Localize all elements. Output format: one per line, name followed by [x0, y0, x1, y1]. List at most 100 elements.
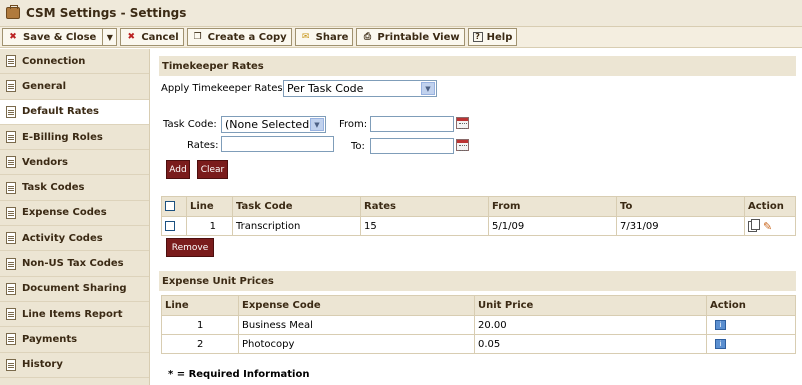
sidebar-item-history[interactable]: History	[0, 353, 149, 378]
table-row: 1 Transcription 15 5/1/09 7/31/09 ✎	[161, 216, 796, 236]
copy-icon[interactable]	[748, 218, 760, 232]
cancel-icon: ✖	[127, 31, 136, 42]
printable-view-label: Printable View	[377, 31, 460, 43]
document-icon	[6, 282, 16, 295]
pencil-icon[interactable]: ✎	[763, 220, 772, 233]
action-cell: i	[706, 315, 796, 335]
document-icon	[6, 232, 16, 245]
sidebar-item-label: Line Items Report	[22, 308, 123, 320]
column-header: Line	[161, 295, 239, 316]
apply-rates-select[interactable]: Per Task Code ▼	[283, 80, 437, 97]
sidebar-item-label: Document Sharing	[22, 283, 127, 295]
copy-icon: ❐	[193, 31, 202, 42]
column-header: From	[488, 196, 617, 217]
help-button[interactable]: ? Help	[467, 28, 518, 46]
row-select-cell	[161, 216, 187, 236]
column-header: Action	[706, 295, 796, 316]
timekeeper-rates-header: Timekeeper Rates	[159, 56, 796, 76]
remove-button[interactable]: Remove	[166, 238, 214, 257]
row-checkbox[interactable]	[165, 220, 175, 231]
calendar-icon[interactable]	[456, 117, 469, 129]
sidebar-item-label: Non-US Tax Codes	[22, 258, 124, 270]
info-icon[interactable]: i	[715, 338, 726, 349]
create-copy-button[interactable]: ❐ Create a Copy	[186, 28, 292, 46]
task-code-value: (None Selected)	[225, 118, 314, 131]
to-date-input[interactable]	[370, 138, 454, 154]
from-date-input[interactable]	[370, 116, 454, 132]
unit-price-cell: 20.00	[474, 315, 707, 335]
task-code-label: Task Code:	[163, 119, 217, 130]
table-row: 1 Business Meal 20.00 i	[161, 315, 796, 335]
timekeeper-rates-table: Line Task Code Rates From To Action 1 Tr…	[161, 196, 796, 236]
sidebar-item-payments[interactable]: Payments	[0, 327, 149, 353]
document-icon	[6, 131, 16, 144]
sidebar-item-activity-codes[interactable]: Activity Codes	[0, 226, 149, 252]
expense-unit-prices-header: Expense Unit Prices	[159, 271, 796, 291]
sidebar-item-label: E-Billing Roles	[22, 131, 103, 143]
sidebar-item-line-items-report[interactable]: Line Items Report	[0, 302, 149, 328]
save-close-label: Save & Close	[23, 31, 97, 43]
sidebar-item-label: Task Codes	[22, 182, 85, 194]
add-button[interactable]: Add	[166, 160, 190, 179]
sidebar-item-label: Connection	[22, 55, 86, 67]
task-code-cell: Transcription	[232, 216, 361, 236]
apply-rates-value: Per Task Code	[287, 82, 364, 95]
column-header: Expense Code	[238, 295, 475, 316]
calendar-icon[interactable]	[456, 139, 469, 151]
sidebar-item-general[interactable]: General	[0, 74, 149, 100]
chevron-down-icon: ▼	[310, 118, 324, 131]
sidebar-item-vendors[interactable]: Vendors	[0, 150, 149, 176]
help-icon: ?	[472, 32, 483, 42]
window-title: CSM Settings - Settings	[26, 6, 187, 20]
sidebar-item-label: Default Rates	[22, 106, 99, 118]
line-cell: 2	[161, 334, 239, 354]
save-close-icon: ✖	[9, 31, 17, 42]
chevron-down-icon[interactable]: ▼	[102, 29, 116, 45]
task-code-select[interactable]: (None Selected) ▼	[221, 116, 326, 133]
info-icon[interactable]: i	[715, 319, 726, 330]
document-icon	[6, 308, 16, 321]
to-cell: 7/31/09	[616, 216, 745, 236]
table-row: 2 Photocopy 0.05 i	[161, 334, 796, 354]
sidebar-item-document-sharing[interactable]: Document Sharing	[0, 277, 149, 302]
column-header: Action	[744, 196, 796, 217]
document-icon	[6, 55, 16, 68]
share-label: Share	[315, 31, 349, 43]
apply-rates-label: Apply Timekeeper Rates:	[161, 83, 286, 94]
from-label: From:	[339, 119, 368, 130]
column-header: Line	[186, 196, 233, 217]
sidebar-item-label: Payments	[22, 333, 78, 345]
sidebar: Connection General Default Rates E-Billi…	[0, 49, 150, 385]
sidebar-item-label: Activity Codes	[22, 232, 103, 244]
help-label: Help	[486, 31, 513, 43]
select-all-header	[161, 196, 187, 217]
clear-button[interactable]: Clear	[197, 160, 228, 179]
main-content: Timekeeper Rates Apply Timekeeper Rates:…	[151, 49, 802, 385]
document-icon	[6, 105, 16, 118]
select-all-checkbox[interactable]	[165, 201, 175, 211]
title-bar: CSM Settings - Settings	[0, 0, 802, 26]
line-cell: 1	[186, 216, 233, 236]
sidebar-item-non-us-tax-codes[interactable]: Non-US Tax Codes	[0, 251, 149, 277]
printable-view-button[interactable]: ⎙ Printable View	[356, 28, 465, 46]
sidebar-item-default-rates[interactable]: Default Rates	[0, 99, 149, 125]
cancel-label: Cancel	[141, 31, 179, 43]
envelope-icon: ✉	[301, 31, 310, 42]
column-header: Unit Price	[474, 295, 707, 316]
save-close-button[interactable]: ✖ Save & Close ▼	[2, 28, 118, 46]
briefcase-icon	[6, 5, 20, 19]
rates-input[interactable]	[221, 136, 334, 152]
rates-label: Rates:	[187, 140, 219, 151]
table-header-row: Line Task Code Rates From To Action	[161, 196, 796, 217]
sidebar-item-connection[interactable]: Connection	[0, 49, 149, 75]
cancel-button[interactable]: ✖ Cancel	[120, 28, 184, 46]
column-header: To	[616, 196, 745, 217]
sidebar-item-e-billing-roles[interactable]: E-Billing Roles	[0, 125, 149, 151]
create-copy-label: Create a Copy	[207, 31, 287, 43]
document-icon	[6, 206, 16, 219]
sidebar-item-task-codes[interactable]: Task Codes	[0, 175, 149, 201]
sidebar-item-expense-codes[interactable]: Expense Codes	[0, 201, 149, 227]
share-button[interactable]: ✉ Share	[294, 28, 354, 46]
document-icon	[6, 333, 16, 346]
action-cell: i	[706, 334, 796, 354]
